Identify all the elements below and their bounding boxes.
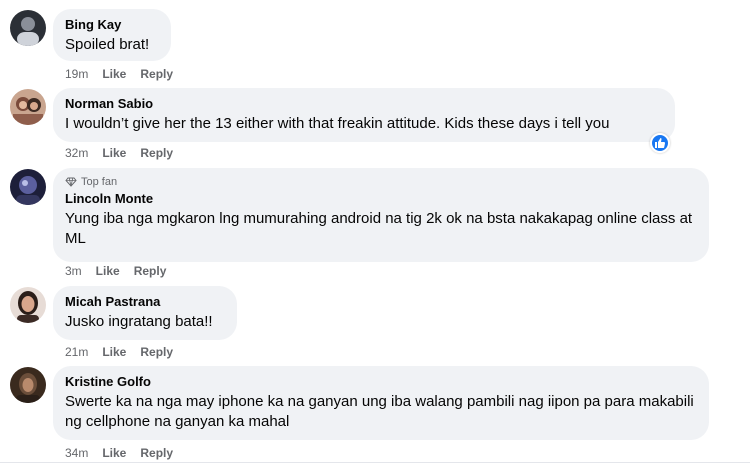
comment-time[interactable]: 21m bbox=[65, 345, 88, 359]
comment-bubble: Norman Sabio I wouldn’t give her the 13 … bbox=[53, 88, 675, 142]
comment-author[interactable]: Micah Pastrana bbox=[65, 294, 225, 310]
avatar[interactable] bbox=[10, 10, 46, 46]
comment-author[interactable]: Bing Kay bbox=[65, 17, 159, 33]
reply-button[interactable]: Reply bbox=[140, 345, 173, 359]
divider bbox=[0, 462, 750, 463]
comment-author[interactable]: Lincoln Monte bbox=[65, 191, 697, 207]
avatar[interactable] bbox=[10, 367, 46, 403]
comment-bubble: Top fan Lincoln Monte Yung iba nga mgkar… bbox=[53, 168, 709, 262]
like-button[interactable]: Like bbox=[102, 345, 126, 359]
comment-actions: 32m Like Reply bbox=[65, 146, 173, 160]
comment-bubble: Micah Pastrana Jusko ingratang bata!! bbox=[53, 286, 237, 340]
comment-bubble: Bing Kay Spoiled brat! bbox=[53, 9, 171, 61]
like-button[interactable]: Like bbox=[96, 264, 120, 278]
top-fan-badge: Top fan bbox=[65, 175, 697, 189]
comment-author[interactable]: Norman Sabio bbox=[65, 96, 663, 112]
comment-bubble: Kristine Golfo Swerte ka na nga may ipho… bbox=[53, 366, 709, 440]
avatar[interactable] bbox=[10, 287, 46, 323]
reply-button[interactable]: Reply bbox=[140, 446, 173, 460]
like-button[interactable]: Like bbox=[102, 67, 126, 81]
comment-time[interactable]: 32m bbox=[65, 146, 88, 160]
comment-text: I wouldn’t give her the 13 either with t… bbox=[65, 115, 610, 132]
comment-text: Yung iba nga mgkaron lng mumurahing andr… bbox=[65, 210, 693, 247]
comment-actions: 19m Like Reply bbox=[65, 67, 173, 81]
like-button[interactable]: Like bbox=[102, 146, 126, 160]
like-reaction-icon[interactable] bbox=[650, 133, 670, 153]
avatar[interactable] bbox=[10, 89, 46, 125]
top-fan-label: Top fan bbox=[81, 176, 118, 188]
comment-time[interactable]: 3m bbox=[65, 264, 82, 278]
comment-text: Swerte ka na nga may iphone ka na ganyan… bbox=[65, 393, 694, 430]
comment-text: Spoiled brat! bbox=[65, 36, 150, 53]
reply-button[interactable]: Reply bbox=[140, 67, 173, 81]
like-button[interactable]: Like bbox=[102, 446, 126, 460]
comment-text: Jusko ingratang bata!! bbox=[65, 313, 213, 330]
comment-time[interactable]: 19m bbox=[65, 67, 88, 81]
avatar[interactable] bbox=[10, 169, 46, 205]
comment-time[interactable]: 34m bbox=[65, 446, 88, 460]
reply-button[interactable]: Reply bbox=[140, 146, 173, 160]
diamond-icon bbox=[65, 177, 77, 187]
reply-button[interactable]: Reply bbox=[134, 264, 167, 278]
comment-actions: 21m Like Reply bbox=[65, 345, 173, 359]
comment-actions: 34m Like Reply bbox=[65, 446, 173, 460]
comment-actions: 3m Like Reply bbox=[65, 264, 166, 278]
comment-author[interactable]: Kristine Golfo bbox=[65, 374, 697, 390]
